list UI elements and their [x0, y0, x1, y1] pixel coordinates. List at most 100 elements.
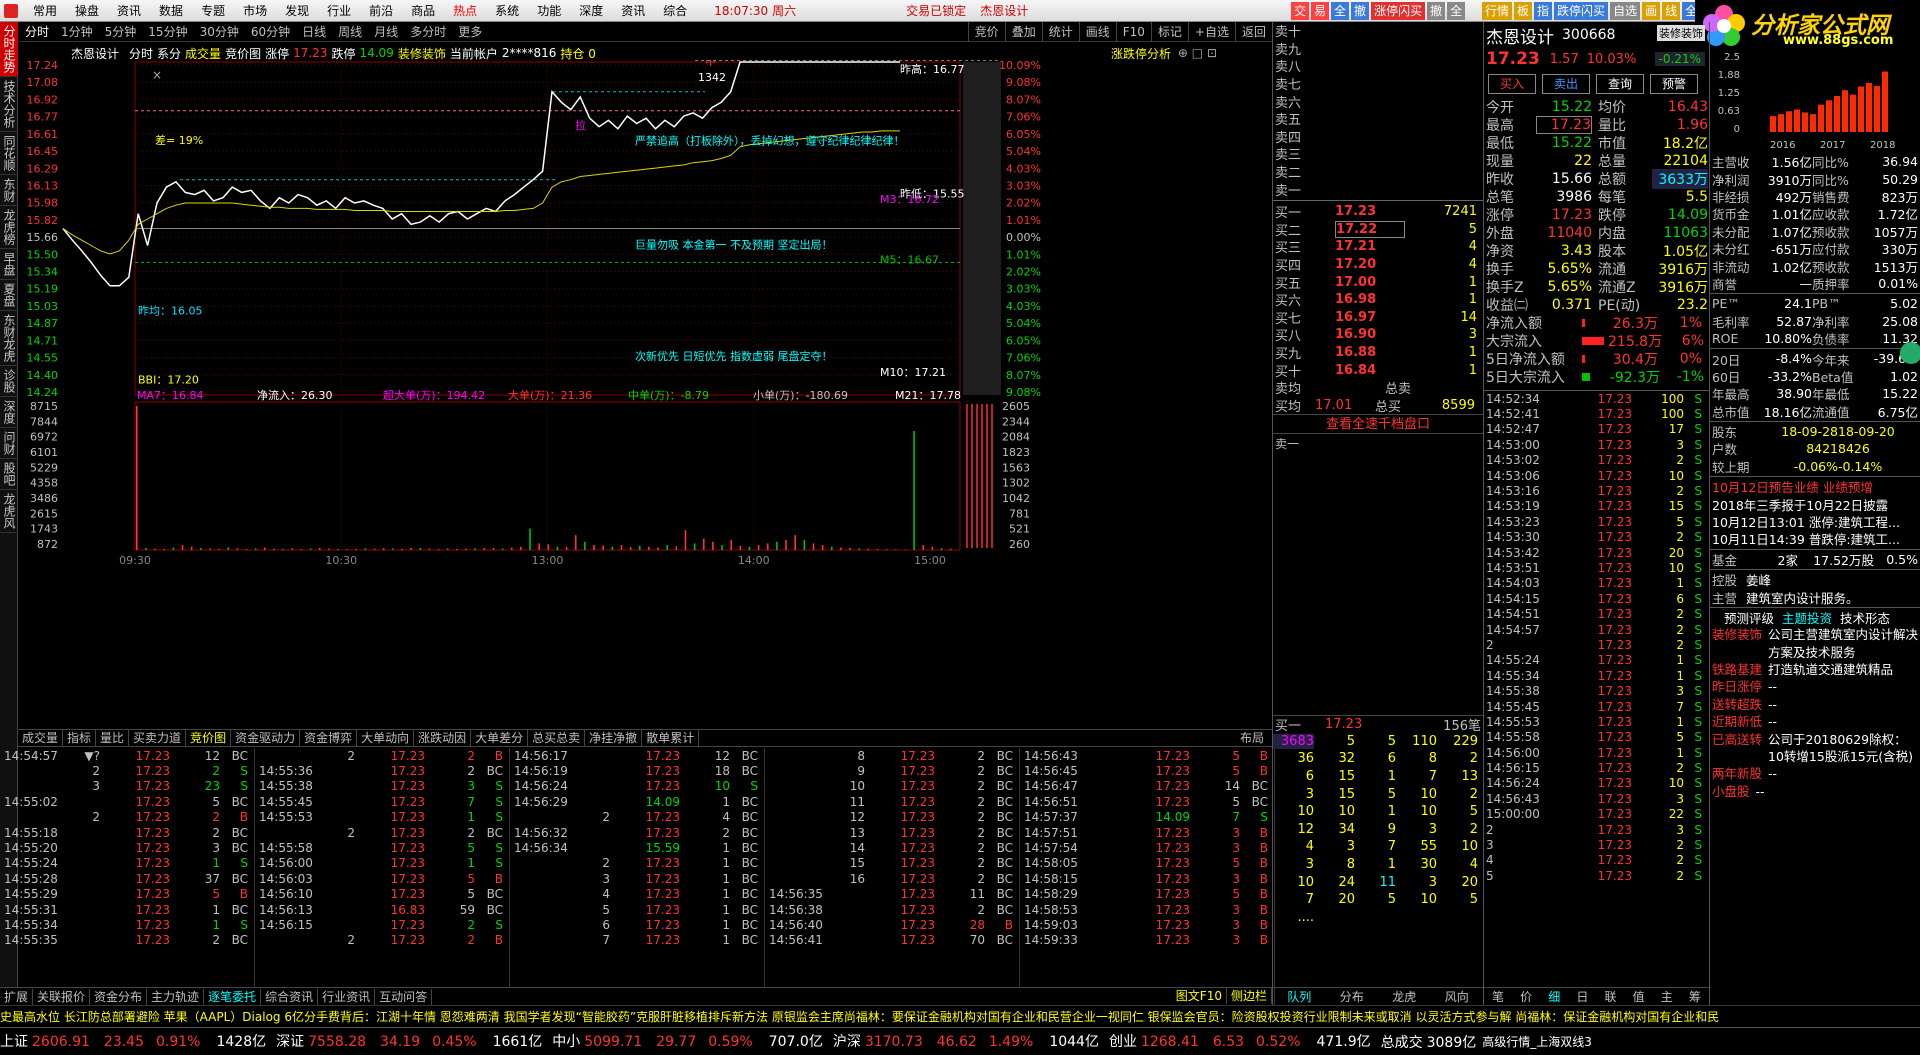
- header-window-icons[interactable]: ⊕ □ ⊡: [1178, 46, 1217, 60]
- menu-item[interactable]: 操盘: [66, 0, 108, 22]
- theme-name[interactable]: 两年新股: [1712, 765, 1762, 782]
- trade-button[interactable]: 全: [1331, 2, 1350, 20]
- quote-tab[interactable]: 细: [1540, 988, 1568, 1005]
- theme-name[interactable]: 小盘股: [1712, 783, 1750, 800]
- bottom-tab[interactable]: 竞价图: [186, 730, 232, 746]
- bottom-bar-tab[interactable]: 资金分布: [90, 988, 148, 1005]
- header-vol[interactable]: 成交量: [185, 45, 221, 62]
- menu-item[interactable]: 行业: [318, 0, 360, 22]
- layout-button[interactable]: 布局: [1236, 730, 1268, 746]
- bottom-bar-tab[interactable]: 行业资讯: [318, 988, 376, 1005]
- sidebar-tab[interactable]: 东财龙虎: [0, 311, 18, 366]
- chart-tool-button[interactable]: 统计: [1041, 22, 1079, 42]
- period-tab[interactable]: 60分钟: [245, 22, 296, 42]
- bottom-bar-right-button[interactable]: 侧边栏: [1227, 988, 1272, 1004]
- chart-tool-button[interactable]: 画线: [1078, 22, 1116, 42]
- trade-button[interactable]: 易: [1311, 2, 1330, 20]
- scroll-circle-icon[interactable]: [1900, 342, 1920, 364]
- chart-tool-button[interactable]: 标记: [1150, 22, 1188, 42]
- trade-button[interactable]: 撤: [1427, 2, 1446, 20]
- header-sector[interactable]: 装修装饰: [398, 45, 446, 62]
- sidebar-tab[interactable]: 东财: [0, 175, 18, 206]
- f10-tab[interactable]: 技术形态: [1840, 608, 1890, 627]
- bottom-bar-right-button[interactable]: 图文F10: [1172, 988, 1227, 1004]
- menu-item[interactable]: 市场: [234, 0, 276, 22]
- bottom-tab[interactable]: 净挂净撤: [585, 730, 643, 746]
- chart-tool-button[interactable]: 叠加: [1004, 22, 1042, 42]
- sidebar-tab[interactable]: 深度: [0, 397, 18, 428]
- bottom-tab[interactable]: 买卖力道: [129, 730, 187, 746]
- menu-item[interactable]: 功能: [528, 0, 570, 22]
- header-mode[interactable]: 分时: [129, 45, 153, 62]
- sector-name[interactable]: 装修装饰: [1657, 25, 1705, 41]
- f10-tab[interactable]: 预测评级: [1724, 608, 1774, 627]
- trade-button[interactable]: 撤: [1351, 2, 1370, 20]
- quote-tab[interactable]: 主: [1653, 988, 1681, 1005]
- intraday-chart[interactable]: 17.24 10.09% 17.08 9.08% 16.92 8.07% 16.77 7.06…: [18, 60, 1272, 730]
- bottom-bar-tab[interactable]: 综合资讯: [261, 988, 319, 1005]
- menu-item[interactable]: 综合: [654, 0, 696, 22]
- f10-news-row[interactable]: 2018年三季报于10月22日披露: [1710, 495, 1920, 513]
- menu-item[interactable]: 数据: [150, 0, 192, 22]
- index-group[interactable]: 沪深 3170.73 46.62 1.49% 1044亿: [833, 1028, 1099, 1055]
- quote-action-button[interactable]: 查询: [1596, 74, 1644, 94]
- bottom-tab[interactable]: 散单累计: [642, 730, 700, 746]
- sidebar-tab[interactable]: 龙虎风: [0, 490, 18, 533]
- trade-button[interactable]: 涨停闪买: [1371, 2, 1426, 20]
- menu-item[interactable]: 资讯: [108, 0, 150, 22]
- theme-name[interactable]: 昨日涨停: [1712, 678, 1762, 695]
- right-tab[interactable]: 线: [1662, 2, 1681, 20]
- index-group[interactable]: 深证 7558.28 34.19 0.45% 1661亿: [276, 1028, 542, 1055]
- chart-tool-button[interactable]: 返回: [1234, 22, 1272, 42]
- orderbook-tab[interactable]: 龙虎: [1378, 988, 1431, 1005]
- orderbook-tab[interactable]: 队列: [1273, 988, 1326, 1005]
- theme-name[interactable]: 送转超跌: [1712, 696, 1762, 713]
- index-group[interactable]: 中小 5099.71 29.77 0.59% 707.0亿: [552, 1028, 823, 1055]
- period-tab[interactable]: 更多: [452, 22, 488, 42]
- period-tab[interactable]: 1分钟: [55, 22, 99, 42]
- bottom-tab[interactable]: 资金驱动力: [231, 730, 301, 746]
- quote-tab[interactable]: 笔: [1484, 988, 1512, 1005]
- quote-tab[interactable]: 筹: [1681, 988, 1709, 1005]
- orderbook-tab[interactable]: 风向: [1431, 988, 1484, 1005]
- bottom-bar-tab[interactable]: 主力轨迹: [147, 988, 205, 1005]
- period-tab[interactable]: 周线: [332, 22, 368, 42]
- bottom-tab[interactable]: 指标: [63, 730, 97, 746]
- chart-tool-button[interactable]: +自选: [1187, 22, 1235, 42]
- chart-tool-button[interactable]: F10: [1115, 22, 1151, 42]
- sidebar-tab[interactable]: 龙虎榜: [0, 206, 18, 249]
- orderbook-tab[interactable]: 分布: [1326, 988, 1379, 1005]
- menu-item[interactable]: 前沿: [360, 0, 402, 22]
- sidebar-tab[interactable]: 分时走势: [0, 22, 18, 77]
- chart-tool-button[interactable]: 竞价: [967, 22, 1005, 42]
- menu-item[interactable]: 深度: [570, 0, 612, 22]
- period-tab[interactable]: 日线: [296, 22, 332, 42]
- index-group[interactable]: 创业 1268.41 6.53 0.52% 471.9亿: [1109, 1028, 1371, 1055]
- f10-tab[interactable]: 主题投资: [1782, 608, 1832, 627]
- bottom-tab[interactable]: 大单差分: [471, 730, 529, 746]
- quote-action-button[interactable]: 买入: [1488, 74, 1536, 94]
- period-tab[interactable]: 5分钟: [99, 22, 143, 42]
- menu-item[interactable]: 专题: [192, 0, 234, 22]
- menu-item[interactable]: 商品: [402, 0, 444, 22]
- bottom-bar-tab[interactable]: 互动问答: [375, 988, 433, 1005]
- trade-button[interactable]: 交: [1291, 2, 1310, 20]
- right-tab[interactable]: 画: [1642, 2, 1661, 20]
- bottom-tab[interactable]: 成交量: [18, 730, 64, 746]
- bottom-tab[interactable]: 资金博弈: [300, 730, 358, 746]
- period-tab[interactable]: 30分钟: [194, 22, 245, 42]
- right-tab[interactable]: 自选: [1610, 2, 1641, 20]
- header-right-label[interactable]: 涨跌停分析: [1111, 45, 1171, 62]
- header-sys[interactable]: 系分: [157, 45, 181, 62]
- sidebar-tab[interactable]: 诊股: [0, 366, 18, 397]
- sidebar-tab[interactable]: 夏盘: [0, 280, 18, 311]
- quote-action-button[interactable]: 预警: [1650, 74, 1698, 94]
- period-tab[interactable]: 多分时: [404, 22, 452, 42]
- period-tab[interactable]: 分时: [19, 22, 55, 42]
- bottom-tab[interactable]: 总买总卖: [528, 730, 586, 746]
- theme-name[interactable]: 近期新低: [1712, 713, 1762, 730]
- quote-tab[interactable]: 联: [1597, 988, 1625, 1005]
- sidebar-tab[interactable]: 问财: [0, 428, 18, 459]
- app-icon[interactable]: [4, 3, 18, 18]
- right-tab[interactable]: 板: [1514, 2, 1533, 20]
